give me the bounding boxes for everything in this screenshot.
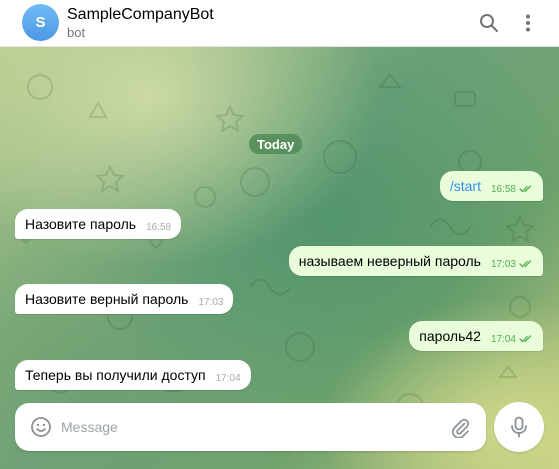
attach-button[interactable] <box>448 415 472 439</box>
message-text: Назовите пароль <box>25 216 137 232</box>
chat-title[interactable]: SampleCompanyBot <box>67 6 214 24</box>
message-bubble-incoming[interactable]: Назовите верный пароль 17:03 <box>15 284 234 314</box>
message-bubble-outgoing[interactable]: пароль42 17:04 <box>409 321 543 351</box>
emoji-icon <box>31 417 51 437</box>
bot-command-link[interactable]: /start <box>450 178 481 194</box>
message-text: называем неверный пароль <box>298 253 481 269</box>
date-divider: Today <box>249 134 303 154</box>
more-vertical-icon <box>526 14 530 32</box>
double-check-icon <box>519 185 533 193</box>
message-text: Теперь вы получили доступ <box>25 367 206 383</box>
message-time: 17:03 <box>490 258 516 270</box>
message-time: 16:58 <box>146 221 172 233</box>
date-label: Today <box>257 136 295 152</box>
message-bubble-outgoing[interactable]: называем неверный пароль 17:03 <box>288 246 543 276</box>
double-check-icon <box>519 335 533 343</box>
voice-record-button[interactable] <box>494 402 544 452</box>
chat-subtitle: bot <box>67 25 86 40</box>
message-time: 16:58 <box>490 183 516 195</box>
chat-header: S SampleCompanyBot bot <box>0 0 559 47</box>
message-bubble-incoming[interactable]: Назовите пароль 16:58 <box>15 209 182 239</box>
message-time: 17:04 <box>215 372 241 384</box>
message-bubble-incoming[interactable]: Теперь вы получили доступ 17:04 <box>15 360 251 390</box>
message-time: 17:03 <box>198 296 224 308</box>
message-composer <box>15 403 486 451</box>
search-icon <box>480 14 498 32</box>
paperclip-icon <box>452 418 470 438</box>
double-check-icon <box>519 260 533 268</box>
message-input[interactable] <box>61 415 441 439</box>
message-bubble-outgoing[interactable]: /start 16:58 <box>439 171 543 201</box>
avatar[interactable]: S <box>22 4 59 41</box>
message-text: Назовите верный пароль <box>25 291 189 307</box>
microphone-icon <box>511 416 527 438</box>
message-text: пароль42 <box>419 328 481 344</box>
message-time: 17:04 <box>490 333 516 345</box>
more-options-button[interactable] <box>511 6 545 40</box>
search-button[interactable] <box>472 6 506 40</box>
emoji-button[interactable] <box>29 415 53 439</box>
